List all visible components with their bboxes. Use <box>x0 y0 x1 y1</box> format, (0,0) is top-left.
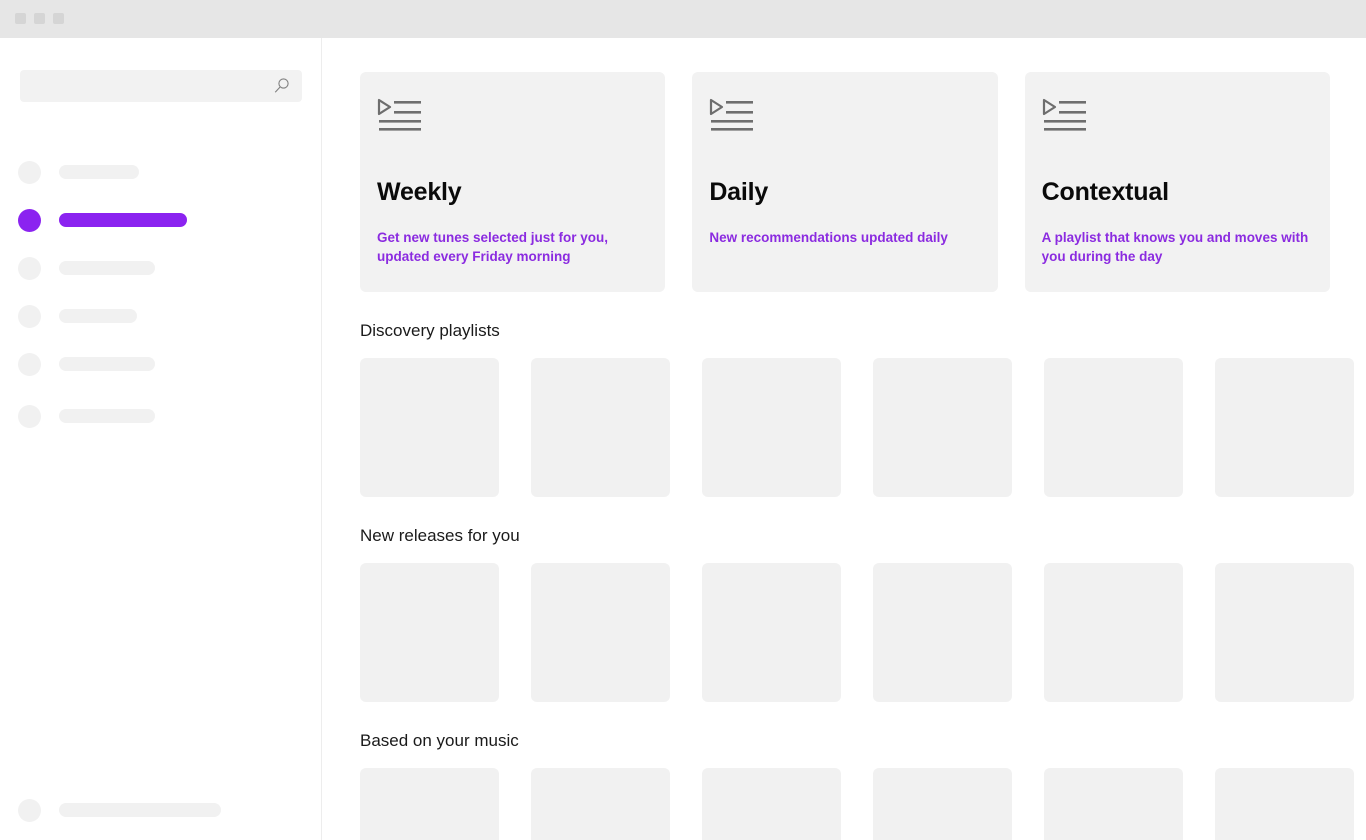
playlist-tile[interactable] <box>1044 768 1183 840</box>
sidebar-item-6[interactable] <box>18 404 308 428</box>
app-shell: Weekly Get new tunes selected just for y… <box>0 38 1366 840</box>
feature-card-contextual-title: Contextual <box>1041 178 1169 206</box>
sidebar-item-2[interactable] <box>18 208 308 232</box>
feature-card-daily[interactable]: Daily New recommendations updated daily <box>692 72 998 292</box>
sidebar-item-5-label <box>59 357 155 371</box>
window-titlebar <box>0 0 1366 38</box>
titlebar-dot-2[interactable] <box>34 13 45 24</box>
sidebar-item-3-label <box>59 261 155 275</box>
sidebar-item-1[interactable] <box>18 160 308 184</box>
feature-card-weekly[interactable]: Weekly Get new tunes selected just for y… <box>360 72 666 292</box>
playlist-tile[interactable] <box>873 358 1012 497</box>
playlist-tile[interactable] <box>360 768 499 840</box>
sidebar-item-3-icon <box>18 256 41 280</box>
playlist-play-icon <box>1042 98 1086 131</box>
playlist-play-icon <box>710 98 754 131</box>
playlist-tile[interactable] <box>702 563 841 702</box>
feature-card-weekly-subtitle: Get new tunes selected just for you, upd… <box>377 230 609 264</box>
sidebar-item-1-icon <box>18 160 41 184</box>
sidebar-item-bottom[interactable] <box>18 798 308 822</box>
sidebar-item-4-icon <box>18 304 41 328</box>
sidebar-item-3[interactable] <box>18 256 308 280</box>
sidebar-item-5[interactable] <box>18 352 308 376</box>
section-title: New releases for you <box>360 526 520 545</box>
playlist-tile[interactable] <box>531 768 670 840</box>
sidebar-item-2-label <box>59 213 187 227</box>
sidebar-item-4-label <box>59 309 137 323</box>
playlist-tile[interactable] <box>1215 768 1354 840</box>
titlebar-dot-1[interactable] <box>15 13 26 24</box>
sidebar-item-6-label <box>59 409 155 423</box>
titlebar-dot-group <box>15 13 64 24</box>
playlist-tile[interactable] <box>531 358 670 497</box>
feature-card-daily-subtitle: New recommendations updated daily <box>709 230 948 245</box>
titlebar-dot-3[interactable] <box>53 13 64 24</box>
playlist-tile[interactable] <box>1044 358 1183 497</box>
playlist-tile[interactable] <box>873 563 1012 702</box>
sidebar-item-1-label <box>59 165 139 179</box>
sidebar <box>0 38 322 840</box>
sidebar-item-bottom-icon <box>18 798 41 822</box>
playlist-tile[interactable] <box>873 768 1012 840</box>
sidebar-nav <box>18 160 308 452</box>
section-title: Discovery playlists <box>360 321 500 340</box>
section-discovery-playlists: Discovery playlists <box>360 320 1354 497</box>
tile-row <box>360 768 1354 840</box>
playlist-play-icon <box>377 98 421 131</box>
playlist-tile[interactable] <box>531 563 670 702</box>
main-content: Weekly Get new tunes selected just for y… <box>322 38 1366 840</box>
playlist-tile[interactable] <box>702 768 841 840</box>
feature-card-contextual[interactable]: Contextual A playlist that knows you and… <box>1024 72 1330 292</box>
playlist-tile[interactable] <box>702 358 841 497</box>
feature-card-daily-title: Daily <box>709 178 769 206</box>
playlist-tile[interactable] <box>1044 563 1183 702</box>
playlist-tile[interactable] <box>1215 358 1354 497</box>
feature-card-contextual-subtitle: A playlist that knows you and moves with… <box>1041 230 1309 264</box>
playlist-tile[interactable] <box>1215 563 1354 702</box>
section-title: Based on your music <box>360 731 519 750</box>
section-new-releases: New releases for you <box>360 525 1354 702</box>
sidebar-item-bottom-label <box>59 803 221 817</box>
sidebar-item-4[interactable] <box>18 304 308 328</box>
sidebar-item-6-icon <box>18 404 41 428</box>
sidebar-item-5-icon <box>18 352 41 376</box>
playlist-tile[interactable] <box>360 563 499 702</box>
playlist-tile[interactable] <box>360 358 499 497</box>
feature-card-weekly-title: Weekly <box>377 178 462 206</box>
tile-row <box>360 563 1354 702</box>
section-based-on-your-music: Based on your music <box>360 730 1354 840</box>
search-box[interactable] <box>20 70 302 102</box>
tile-row <box>360 358 1354 497</box>
search-input[interactable] <box>20 70 302 102</box>
sidebar-item-2-icon <box>18 208 41 232</box>
feature-card-row: Weekly Get new tunes selected just for y… <box>360 72 1330 292</box>
